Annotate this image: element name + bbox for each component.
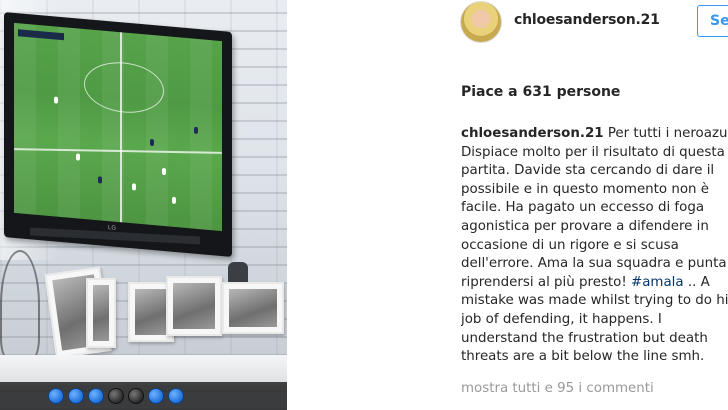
caption-line: partita. Davide sta cercando di dare il [461,163,715,179]
caption-line: agonistica per provare a difendere in [461,218,709,234]
tv-screen [14,22,222,232]
caption-text: .. A [683,274,710,290]
carousel-dot-icon[interactable] [88,388,104,404]
post-header: chloesanderson.21 Se [287,0,728,44]
username-link[interactable]: chloesanderson.21 [514,12,660,28]
shelf [0,355,287,385]
player-marker [98,176,102,184]
player-marker [54,96,58,104]
photo-frame [86,278,116,348]
caption-line: threats are a bit below the line smh. [461,349,705,365]
caption-text: riprendersi al più presto! [461,274,631,290]
carousel-indicator[interactable] [0,382,287,410]
likes-count[interactable]: Piace a 631 persone [461,84,620,100]
carousel-dot-icon[interactable] [148,388,164,404]
player-marker [194,126,198,134]
caption-line: understand the frustration but death [461,330,708,346]
caption-line: dell'errore. Ama la sua squadra e punta … [461,256,728,272]
carousel-dot-icon[interactable] [68,388,84,404]
post-caption: chloesanderson.21 Per tutti i neroazurr D… [461,125,728,367]
post-details-panel: chloesanderson.21 Se Piace a 631 persone… [287,0,728,410]
photo-frame [222,282,284,334]
follow-button[interactable]: Se [697,5,728,37]
caption-line: Dispiace molto per il risultato di quest… [461,144,725,160]
caption-line: chloesanderson.21 Per tutti i neroazurr [461,125,728,144]
player-marker [132,183,136,191]
caption-line: occasione di un rigore e si scusa [461,237,679,253]
avatar[interactable] [460,1,502,43]
caption-line: facile. Ha pagato un eccesso di foga [461,200,705,216]
carousel-dot-icon[interactable] [128,388,144,404]
hashtag-link[interactable]: #amala [631,275,684,290]
player-marker [162,167,166,176]
post-photo[interactable]: LG [0,0,287,410]
player-marker [172,196,176,205]
caption-line: job of defending, it happens. I [461,311,662,327]
caption-line: riprendersi al più presto! #amala .. A [461,274,728,293]
lamp [0,250,40,360]
caption-line: possibile e in questo momento non è [461,181,710,197]
carousel-dot-icon[interactable] [48,388,64,404]
carousel-dot-icon[interactable] [108,388,124,404]
photo-frame [166,276,222,336]
caption-text: Per tutti i neroazurr [603,126,728,141]
view-all-comments-link[interactable]: mostra tutti e 95 i commenti [461,381,654,396]
caption-username-link[interactable]: chloesanderson.21 [461,126,604,141]
player-marker [150,138,154,147]
halfway-line [120,32,122,223]
carousel-dot-icon[interactable] [168,388,184,404]
player-marker [76,153,80,161]
television: LG [4,12,232,257]
caption-line: mistake was made whilst trying to do his [461,293,728,309]
